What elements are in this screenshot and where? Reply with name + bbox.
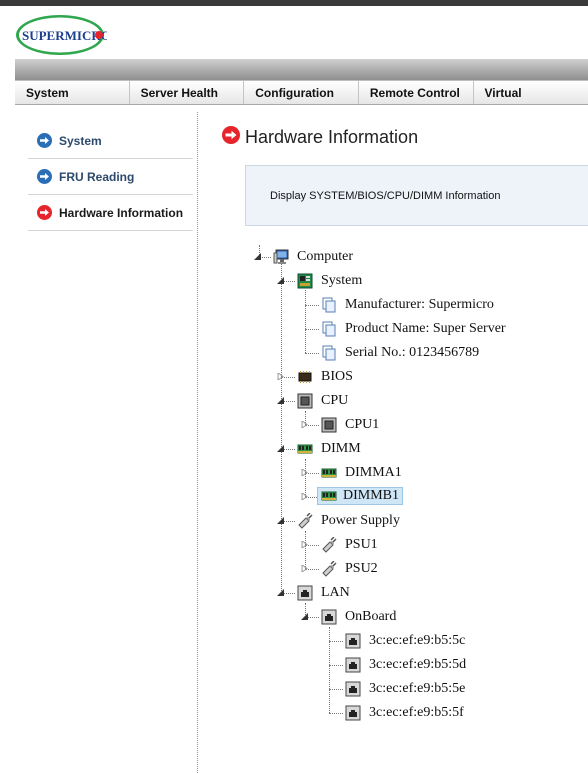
tree-node-dimma1[interactable]: DIMMA1 <box>321 463 404 483</box>
tree-node-cpu[interactable]: CPU <box>297 391 350 411</box>
cpu-icon <box>297 393 313 409</box>
power-plug-icon <box>322 561 337 577</box>
network-port-icon <box>321 609 337 625</box>
tree-leaf-mac[interactable]: 3c:ec:ef:e9:b5:5c <box>345 631 467 651</box>
document-icon <box>322 345 336 361</box>
description-panel: Display SYSTEM/BIOS/CPU/DIMM Information <box>245 165 588 226</box>
tree-node-onboard[interactable]: OnBoard <box>321 607 398 627</box>
tree-node-lan[interactable]: LAN <box>297 583 352 603</box>
arrow-right-blue-icon <box>37 133 52 148</box>
tab-server-health[interactable]: Server Health <box>130 81 245 104</box>
arrow-right-red-icon <box>37 205 52 220</box>
page-description: Display SYSTEM/BIOS/CPU/DIMM Information <box>270 190 501 202</box>
supermicro-logo[interactable]: SUPERMICRO <box>15 13 111 57</box>
page-title: Hardware Information <box>245 127 419 147</box>
tab-system[interactable]: System <box>15 81 130 104</box>
tree-node-dimmb1[interactable]: DIMMB1 <box>317 486 404 506</box>
sidebar: System FRU Reading Hardware Information <box>28 123 193 231</box>
tab-remote-control[interactable]: Remote Control <box>359 81 474 104</box>
expand-toggle-icon[interactable] <box>301 421 308 428</box>
content-divider <box>197 112 198 773</box>
tree-node-psu1[interactable]: PSU1 <box>321 535 380 555</box>
tree-node-system[interactable]: System <box>297 271 364 291</box>
collapse-toggle-icon[interactable] <box>301 613 308 620</box>
memory-icon <box>321 468 337 478</box>
tree-leaf-mac[interactable]: 3c:ec:ef:e9:b5:5f <box>345 703 466 723</box>
document-icon <box>322 297 336 313</box>
page-header: Hardware Information <box>222 126 418 149</box>
memory-icon <box>321 491 337 501</box>
memory-icon <box>297 444 313 454</box>
sidebar-item-label: FRU Reading <box>59 169 135 184</box>
sidebar-item-fru-reading[interactable]: FRU Reading <box>28 159 193 195</box>
tree-leaf-product-name[interactable]: Product Name: Super Server <box>321 319 508 339</box>
top-bar <box>0 0 588 6</box>
tree-leaf-serial-number[interactable]: Serial No.: 0123456789 <box>321 343 481 363</box>
sidebar-item-system[interactable]: System <box>28 123 193 159</box>
tab-virtual[interactable]: Virtual <box>474 81 588 104</box>
collapse-toggle-icon[interactable] <box>254 253 261 260</box>
collapse-toggle-icon[interactable] <box>277 517 284 524</box>
expand-toggle-icon[interactable] <box>301 541 308 548</box>
header-gradient-bar <box>15 59 588 80</box>
tree-node-bios[interactable]: BIOS <box>297 367 355 387</box>
network-port-icon <box>345 633 361 649</box>
chip-icon <box>298 371 312 383</box>
tree-node-power-supply[interactable]: Power Supply <box>297 511 402 531</box>
collapse-toggle-icon[interactable] <box>277 397 284 404</box>
collapse-toggle-icon[interactable] <box>277 589 284 596</box>
network-port-icon <box>345 681 361 697</box>
document-icon <box>322 321 336 337</box>
logo-text: SUPERMICRO <box>22 28 107 43</box>
tree-leaf-mac[interactable]: 3c:ec:ef:e9:b5:5e <box>345 679 467 699</box>
tree-node-psu2[interactable]: PSU2 <box>321 559 380 579</box>
collapse-toggle-icon[interactable] <box>277 445 284 452</box>
arrow-right-red-icon <box>222 126 240 149</box>
sidebar-item-label: Hardware Information <box>59 205 184 220</box>
expand-toggle-icon[interactable] <box>301 493 308 500</box>
sidebar-item-hardware-information[interactable]: Hardware Information <box>28 195 193 231</box>
tab-configuration[interactable]: Configuration <box>244 81 359 104</box>
network-port-icon <box>345 705 361 721</box>
tree-leaf-manufacturer[interactable]: Manufacturer: Supermicro <box>321 295 496 315</box>
tree-leaf-mac[interactable]: 3c:ec:ef:e9:b5:5d <box>345 655 468 675</box>
cpu-icon <box>321 417 337 433</box>
collapse-toggle-icon[interactable] <box>277 277 284 284</box>
computer-icon <box>273 249 289 264</box>
main-nav: System Server Health Configuration Remot… <box>15 80 588 105</box>
tree-node-cpu1[interactable]: CPU1 <box>321 415 381 435</box>
tree-node-dimm[interactable]: DIMM <box>297 439 363 459</box>
arrow-right-blue-icon <box>37 169 52 184</box>
sidebar-item-label: System <box>59 133 102 148</box>
power-plug-icon <box>322 537 337 553</box>
tree-node-computer[interactable]: Computer <box>273 247 355 267</box>
network-port-icon <box>297 585 313 601</box>
expand-toggle-icon[interactable] <box>301 469 308 476</box>
motherboard-icon <box>297 273 313 289</box>
selected-node-highlight: DIMMB1 <box>317 487 404 505</box>
network-port-icon <box>345 657 361 673</box>
power-plug-icon <box>298 513 313 529</box>
expand-toggle-icon[interactable] <box>301 565 308 572</box>
expand-toggle-icon[interactable] <box>277 373 284 380</box>
